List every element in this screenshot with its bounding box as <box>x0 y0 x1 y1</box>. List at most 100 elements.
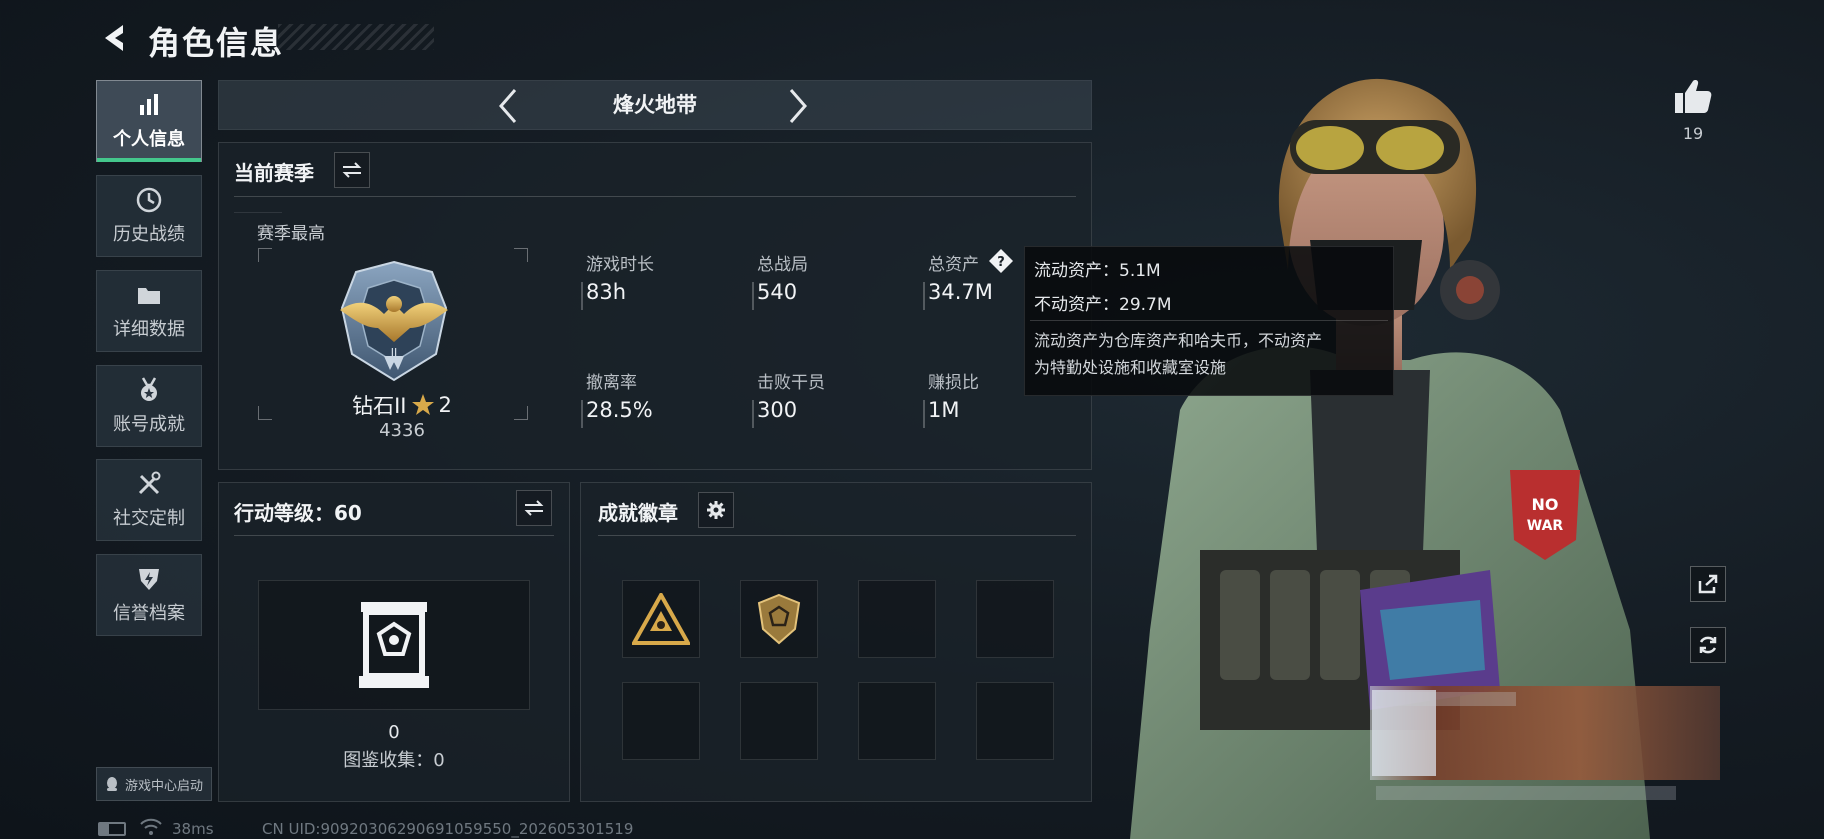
tools-icon <box>138 471 161 495</box>
gear-icon <box>707 501 725 519</box>
stat-total-matches-label: 总战局 <box>757 255 808 275</box>
svg-text:NO: NO <box>1532 495 1559 514</box>
stat-divider <box>581 400 583 428</box>
stat-kills-label: 击败干员 <box>757 373 825 393</box>
stat-divider <box>752 282 754 310</box>
star-icon <box>411 394 434 415</box>
medal-icon <box>141 377 157 401</box>
svg-text:WAR: WAR <box>1527 518 1564 534</box>
qq-penguin-icon <box>106 777 117 791</box>
divider <box>234 196 1076 197</box>
sidebar-item-label: 信誉档案 <box>113 603 185 624</box>
stat-extract-rate-label: 撤离率 <box>586 373 637 393</box>
badges-title: 成就徽章 <box>598 501 678 525</box>
stat-divider <box>581 282 583 310</box>
sidebar-item-label: 账号成就 <box>113 414 185 435</box>
stat-total-matches-value: 540 <box>757 280 798 304</box>
sidebar-item-history[interactable]: 历史战绩 <box>96 175 202 257</box>
frame-corner <box>258 406 272 420</box>
like-count: 19 <box>1682 124 1704 143</box>
sidebar-item-detail-data[interactable]: 详细数据 <box>96 270 202 352</box>
svg-text:II: II <box>391 346 398 359</box>
blurred-title-bar <box>1376 692 1516 706</box>
frame-corner <box>514 406 528 420</box>
shield-badge-icon <box>757 593 801 645</box>
divider <box>234 212 282 213</box>
share-icon <box>1698 574 1718 594</box>
rank-name-row: 钻石II 2 <box>340 390 464 420</box>
collection-label: 图鉴收集：0 <box>343 750 445 771</box>
sidebar-item-credit-record[interactable]: 信誉档案 <box>96 554 202 636</box>
refresh-icon <box>1699 636 1717 654</box>
tooltip-liquid-assets: 流动资产：5.1M <box>1034 261 1161 281</box>
frame-corner <box>258 248 272 262</box>
shield-bolt-icon <box>139 569 159 590</box>
assets-help-button[interactable]: ? <box>988 248 1014 274</box>
badge-slot-empty[interactable] <box>858 682 936 760</box>
swap-icon <box>342 162 362 178</box>
mode-next-button[interactable] <box>780 84 816 128</box>
badge-slot-empty[interactable] <box>976 682 1054 760</box>
rank-emblem: II <box>332 258 456 384</box>
badge-slot[interactable] <box>740 580 818 658</box>
tooltip-divider <box>1030 320 1388 321</box>
sidebar-item-personal-info[interactable]: 个人信息 <box>96 80 202 162</box>
mode-title: 烽火地带 <box>613 93 697 117</box>
diamond-rank-emblem-icon: II <box>340 260 448 382</box>
ping-value: 38ms <box>172 820 214 838</box>
rank-name: 钻石II <box>352 394 407 418</box>
badge-slot-empty[interactable] <box>622 682 700 760</box>
season-best-label: 赛季最高 <box>257 224 325 244</box>
like-button[interactable] <box>1668 74 1718 118</box>
divider <box>598 535 1076 536</box>
stat-profit-ratio-label: 赚损比 <box>928 373 979 393</box>
swap-icon <box>524 500 544 516</box>
blurred-name-bar <box>1376 786 1676 800</box>
stat-divider <box>923 282 925 310</box>
page-title: 角色信息 <box>148 24 285 62</box>
mode-prev-button[interactable] <box>490 84 526 128</box>
stat-play-time-value: 83h <box>586 280 627 304</box>
chevron-right-icon <box>789 89 807 123</box>
sidebar-item-label: 社交定制 <box>113 508 185 529</box>
question-diamond-icon: ? <box>989 249 1013 273</box>
badge-slot-empty[interactable] <box>976 580 1054 658</box>
sidebar-item-achievements[interactable]: 账号成就 <box>96 365 202 447</box>
rank-stars: 2 <box>438 393 452 417</box>
stat-extract-rate-value: 28.5% <box>586 398 653 422</box>
badge-slot-empty[interactable] <box>858 580 936 658</box>
refresh-button[interactable] <box>1690 627 1726 663</box>
season-switch-button[interactable] <box>334 152 370 188</box>
tooltip-fixed-assets: 不动资产：29.7M <box>1034 295 1172 315</box>
stat-total-assets-value: 34.7M <box>928 280 993 304</box>
stat-divider <box>923 400 925 428</box>
game-center-launch-button[interactable]: 游戏中心启动 <box>96 767 212 801</box>
clock-icon <box>136 187 162 213</box>
tooltip-description-line2: 为特勤处设施和收藏室设施 <box>1034 358 1227 377</box>
badges-settings-button[interactable] <box>698 492 734 528</box>
collection-case-icon <box>359 602 429 688</box>
collection-display-case[interactable] <box>258 580 530 710</box>
sidebar-item-social-custom[interactable]: 社交定制 <box>96 459 202 541</box>
triangle-badge-icon <box>632 593 690 645</box>
game-center-label: 游戏中心启动 <box>124 778 203 794</box>
share-button[interactable] <box>1690 566 1726 602</box>
season-title: 当前赛季 <box>234 161 314 185</box>
chevron-left-icon <box>499 89 517 123</box>
badge-slot-empty[interactable] <box>740 682 818 760</box>
action-level-switch-button[interactable] <box>516 490 552 526</box>
thumbs-up-icon <box>1675 80 1712 113</box>
frame-corner <box>514 248 528 262</box>
wifi-icon <box>140 818 162 839</box>
stat-kills-value: 300 <box>757 398 798 422</box>
title-decoration <box>278 24 434 50</box>
action-level-title: 行动等级：60 <box>234 501 362 525</box>
stat-play-time-label: 游戏时长 <box>586 255 654 275</box>
stat-divider <box>752 400 754 428</box>
collection-count: 0 <box>388 722 400 743</box>
tooltip-description-line1: 流动资产为仓库资产和哈夫币，不动资产 <box>1034 331 1323 350</box>
badge-slot[interactable] <box>622 580 700 658</box>
svg-text:?: ? <box>997 255 1005 270</box>
back-button[interactable] <box>96 18 132 58</box>
sidebar-item-label: 详细数据 <box>113 319 185 340</box>
